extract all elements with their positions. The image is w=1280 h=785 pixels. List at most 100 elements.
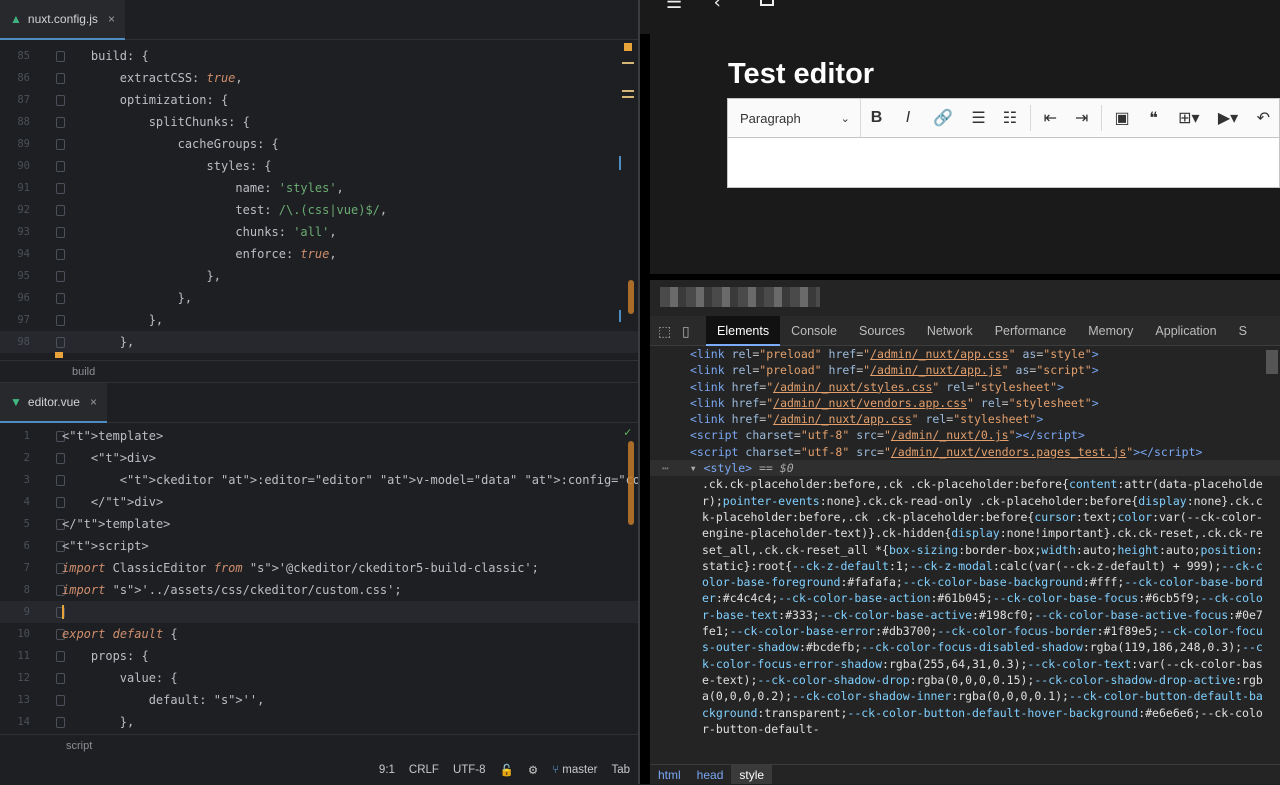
undo-button[interactable]: ↶ [1248,99,1279,137]
italic-button[interactable]: I [892,99,923,137]
dom-node[interactable]: <link rel="preload" href="/admin/_nuxt/a… [650,362,1280,378]
code-line[interactable]: 14 }, [0,711,638,733]
devtools-tab-s[interactable]: S [1228,316,1258,346]
bold-button[interactable]: B [861,99,892,137]
back-icon[interactable]: ‹ [712,0,723,13]
scrollbar-thumb[interactable] [1266,350,1278,374]
line-number: 92 [17,204,30,216]
ckeditor-content-area[interactable] [727,137,1280,188]
vcs-icon[interactable]: ⚙ [528,763,538,777]
devtools-panel: ⬚ ▯ Elements Console Sources Network Perform… [650,280,1280,784]
bulleted-list-button[interactable]: ☰ [963,99,994,137]
numbered-list-button[interactable]: ☷ [994,99,1025,137]
code-line[interactable]: 96 }, [0,287,638,309]
device-toggle-icon[interactable]: ▯ [682,323,700,339]
code-line[interactable]: 98 }, [0,331,638,353]
line-number: 14 [17,716,30,728]
dom-node[interactable]: <link href="/admin/_nuxt/styles.css" rel… [650,379,1280,395]
line-separator[interactable]: CRLF [409,764,439,776]
breadcrumb[interactable]: script [0,734,638,756]
code-line[interactable]: 94 enforce: true, [0,243,638,265]
code-line[interactable]: 1 <"t">template> [0,425,638,447]
image-button[interactable]: ▣ [1106,99,1137,137]
code-line[interactable]: 2 <"t">div> [0,447,638,469]
browser-topbar: ☰ ‹ [640,0,1280,34]
outdent-button[interactable]: ⇤ [1035,99,1066,137]
code-line[interactable]: 8 import "s">'../assets/css/ckeditor/cust… [0,579,638,601]
scrollbar-thumb[interactable] [628,280,634,314]
dom-node[interactable]: <link href="/admin/_nuxt/vendors.app.css… [650,395,1280,411]
quote-button[interactable]: ❝ [1138,99,1169,137]
code-line[interactable]: 90 styles: { [0,155,638,177]
dom-node[interactable]: <script charset="utf-8" src="/admin/_nux… [650,444,1280,460]
indent-setting[interactable]: Tab [611,764,630,776]
code-line[interactable]: 92 test: /\.(css|vue)$/, [0,199,638,221]
scroll-mark [622,62,634,64]
indent-button[interactable]: ⇥ [1066,99,1097,137]
devtools-tab-elements[interactable]: Elements [706,315,781,346]
code-text: optimization: { [62,93,229,107]
close-icon[interactable]: × [90,395,97,409]
code-line[interactable]: 3 <"t">ckeditor "at">:editor="editor" "a… [0,469,638,491]
code-line[interactable]: 13 default: "s">'', [0,689,638,711]
code-line[interactable]: 89 cacheGroups: { [0,133,638,155]
git-branch[interactable]: ⑂ master [552,764,597,776]
code-text: import "s">'../assets/css/ckeditor/custo… [62,583,402,597]
code-line[interactable]: 97 }, [0,309,638,331]
clipboard-icon[interactable] [760,0,774,6]
toolbar-separator [1101,105,1103,131]
breadcrumb[interactable]: build [0,360,638,380]
tab-nuxt-config[interactable]: ▲ nuxt.config.js × [0,0,125,40]
code-line[interactable]: 5 </"t">template> [0,513,638,535]
editor-pane-bottom: ▼ editor.vue × 1 <"t">template> 2 <"t">div… [0,382,638,784]
inspect-icon[interactable]: ⬚ [658,323,676,339]
code-line[interactable]: 9 [0,601,638,623]
heading-dropdown[interactable]: Paragraph ⌄ [728,99,861,137]
devtools-tab-console[interactable]: Console [780,316,848,346]
code-area-top[interactable]: 85 build: {86 extractCSS: true, 87 optimi… [0,45,638,353]
line-number: 96 [17,292,30,304]
tab-editor-vue[interactable]: ▼ editor.vue × [0,383,107,423]
code-line[interactable]: 93 chunks: 'all', [0,221,638,243]
code-line[interactable]: 95 }, [0,265,638,287]
link-button[interactable]: 🔗 [924,99,963,137]
dom-node[interactable]: <link href="/admin/_nuxt/app.css" rel="s… [650,411,1280,427]
dom-node-selected[interactable]: ⋯ ▾ <style> == $0 [650,460,1280,477]
dom-crumb-html[interactable]: html [650,765,689,784]
menu-icon[interactable]: ☰ [666,0,682,13]
devtools-tab-performance[interactable]: Performance [984,316,1078,346]
devtools-tab-sources[interactable]: Sources [848,316,916,346]
code-line[interactable]: 6 <"t">script> [0,535,638,557]
code-line[interactable]: 88 splitChunks: { [0,111,638,133]
code-area-bottom[interactable]: 1 <"t">template> 2 <"t">div> 3 <"t">ckedito… [0,425,638,733]
dom-crumb-head[interactable]: head [689,765,732,784]
code-line[interactable]: 4 </"t">div> [0,491,638,513]
lock-icon[interactable]: 🔓 [500,763,514,777]
code-line[interactable]: 10 export default { [0,623,638,645]
code-text: chunks: 'all', [62,225,337,239]
devtools-tab-memory[interactable]: Memory [1077,316,1144,346]
code-line[interactable]: 7 import ClassicEditor from "s">'@ckedito… [0,557,638,579]
code-line[interactable]: 11 props: { [0,645,638,667]
code-line[interactable]: 12 value: { [0,667,638,689]
code-line[interactable]: 85 build: { [0,45,638,67]
elements-tree[interactable]: <link rel="preload" href="/admin/_nuxt/a… [650,346,1280,764]
devtools-tab-network[interactable]: Network [916,316,984,346]
code-line[interactable]: 91 name: 'styles', [0,177,638,199]
table-button[interactable]: ⊞▾ [1169,99,1208,137]
file-encoding[interactable]: UTF-8 [453,764,486,776]
cursor-position[interactable]: 9:1 [379,764,395,776]
scrollbar-thumb[interactable] [628,441,634,525]
close-icon[interactable]: × [108,12,115,26]
code-line[interactable]: 86 extractCSS: true, [0,67,638,89]
dom-node[interactable]: <link rel="preload" href="/admin/_nuxt/a… [650,346,1280,362]
devtools-tab-application[interactable]: Application [1144,316,1227,346]
line-number: 3 [23,474,30,486]
code-line[interactable]: 87 optimization: { [0,89,638,111]
browser-window: ☰ ‹ Test editor Paragraph ⌄ B I 🔗 ☰ ☷ ⇤ ⇥ ▣ ❝ ⊞▾ ▶… [640,0,1280,784]
style-content[interactable]: .ck.ck-placeholder:before,.ck .ck-placeh… [650,476,1280,737]
dom-crumb-style[interactable]: style [731,765,773,784]
line-number: 88 [17,116,30,128]
dom-node[interactable]: <script charset="utf-8" src="/admin/_nux… [650,427,1280,443]
media-button[interactable]: ▶▾ [1208,99,1247,137]
